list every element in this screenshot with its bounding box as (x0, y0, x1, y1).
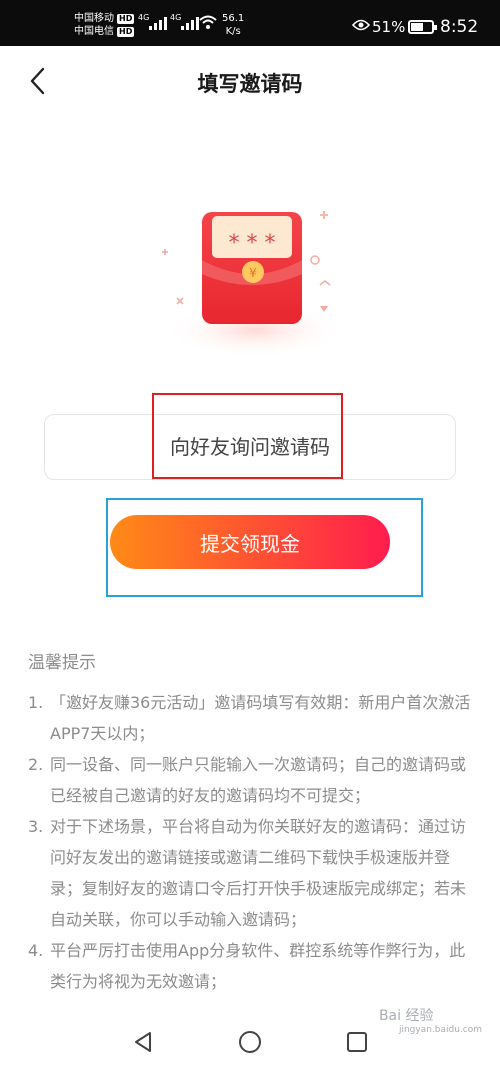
tip-number: 2. (28, 755, 44, 774)
carrier-info: 中国移动 HD 中国电信 HD (74, 12, 135, 38)
hd-badge: HD (117, 13, 135, 24)
status-bar: 中国移动 HD 中国电信 HD 4G 4G 56.1 K/s 51% 8:52 (0, 0, 500, 46)
tip-text: 同一设备、同一账户只能输入一次邀请码；自己的邀请码或已经被自己邀请的好友的邀请码… (50, 755, 467, 805)
battery-icon (408, 20, 437, 34)
speed-value: 56.1 (222, 13, 245, 24)
tip-item: 2. 同一设备、同一账户只能输入一次邀请码；自己的邀请码或已经被自己邀请的好友的… (28, 749, 476, 811)
network-type-2: 4G (170, 13, 182, 22)
tips-section: 温馨提示 1. 「邀好友赚36元活动」邀请码填写有效期：新用户首次激活APP7天… (28, 648, 476, 997)
clock: 8:52 (440, 17, 479, 37)
baidu-watermark: Bai 经验 jingyan.baidu.com (379, 1005, 482, 1035)
tip-item: 1. 「邀好友赚36元活动」邀请码填写有效期：新用户首次激活APP7天以内； (28, 687, 476, 749)
title-bar: 填写邀请码 (0, 46, 500, 118)
tip-text: 平台严厉打击使用App分身软件、群控系统等作弊行为，此类行为将视为无效邀请； (50, 941, 466, 991)
speed-unit: K/s (225, 26, 241, 37)
watermark-sub: jingyan.baidu.com (398, 1025, 482, 1035)
card-stars: * * * (229, 231, 276, 256)
network-speed: 56.1 K/s (222, 12, 244, 38)
coin-symbol: ¥ (249, 266, 257, 280)
recents-square-icon[interactable] (345, 1030, 369, 1054)
home-circle-icon[interactable] (238, 1030, 262, 1054)
wifi-icon (199, 15, 217, 29)
tip-text: 「邀好友赚36元活动」邀请码填写有效期：新用户首次激活APP7天以内； (50, 693, 471, 743)
submit-cash-button[interactable]: 提交领现金 (110, 515, 390, 569)
tip-item: 3. 对于下述场景，平台将自动为你关联好友的邀请码：通过访问好友发出的邀请链接或… (28, 811, 476, 935)
invite-code-input[interactable] (45, 415, 455, 479)
network-type-1: 4G (138, 13, 150, 22)
battery-percent: 51% (372, 18, 406, 36)
tip-number: 1. (28, 693, 44, 712)
tip-number: 3. (28, 817, 44, 836)
tip-item: 4. 平台严厉打击使用App分身软件、群控系统等作弊行为，此类行为将视为无效邀请… (28, 935, 476, 997)
carrier-2: 中国电信 (74, 26, 114, 37)
red-envelope-illustration: * * * ¥ (162, 211, 345, 358)
watermark-text: Bai 经验 (378, 1008, 434, 1024)
tip-number: 4. (28, 941, 44, 960)
signal-icon (181, 14, 199, 30)
carrier-1: 中国移动 (74, 13, 114, 24)
eye-comfort-icon (352, 19, 370, 31)
invite-code-field[interactable] (44, 414, 456, 480)
page-title: 填写邀请码 (197, 72, 303, 96)
tip-text: 对于下述场景，平台将自动为你关联好友的邀请码：通过访问好友发出的邀请链接或邀请二… (50, 817, 467, 929)
hd-badge: HD (117, 26, 135, 37)
tips-title: 温馨提示 (28, 653, 96, 673)
signal-icon (149, 14, 167, 30)
back-triangle-icon[interactable] (131, 1030, 155, 1054)
